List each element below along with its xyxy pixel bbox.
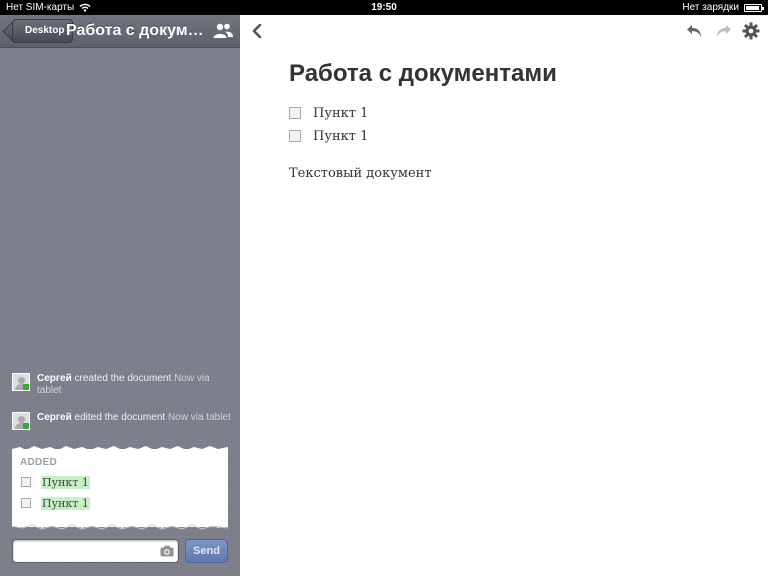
change-card: ADDED Пункт 1 Пункт 1 <box>12 446 228 530</box>
desktop-back-button[interactable]: Desktop <box>12 19 74 43</box>
document-body-text[interactable]: Текстовый документ <box>289 166 432 181</box>
checklist-item: Пункт 1 <box>289 129 368 144</box>
undo-icon[interactable] <box>686 23 704 39</box>
checklist-item-label[interactable]: Пункт 1 <box>313 106 368 121</box>
checkbox[interactable] <box>289 107 301 119</box>
document-title[interactable]: Работа с документами <box>289 60 557 88</box>
checkbox <box>21 477 31 487</box>
comment-input[interactable] <box>12 539 179 563</box>
chevron-left-icon[interactable] <box>250 24 264 38</box>
status-bar: Нет SIM-карты 19:50 Нет зарядки <box>0 0 768 15</box>
activity-item: Сергей edited the document Now via table… <box>12 412 232 430</box>
avatar <box>12 373 30 391</box>
redo-icon[interactable] <box>714 23 732 39</box>
added-item-label: Пункт 1 <box>41 496 90 510</box>
camera-icon[interactable] <box>160 545 174 557</box>
checklist-item-label[interactable]: Пункт 1 <box>313 129 368 144</box>
added-item: Пункт 1 <box>21 475 90 489</box>
activity-meta: Now via tablet <box>167 412 231 423</box>
activity-sidebar: Desktop Работа с докуме… Сергей created … <box>0 15 240 576</box>
added-item: Пункт 1 <box>21 496 90 510</box>
sidebar-header: Desktop Работа с докуме… <box>0 15 240 48</box>
activity-item: Сергей created the document Now via tabl… <box>12 373 232 397</box>
torn-edge <box>12 446 228 453</box>
people-icon[interactable] <box>212 22 234 40</box>
activity-user: Сергей <box>37 373 72 384</box>
send-button[interactable]: Send <box>185 539 228 563</box>
clock: 19:50 <box>371 2 397 13</box>
gear-icon[interactable] <box>742 22 760 40</box>
document-pane: Работа с документами Пункт 1 Пункт 1 Тек… <box>240 15 768 576</box>
torn-edge <box>12 520 228 530</box>
sidebar-title: Работа с докуме… <box>66 22 206 39</box>
activity-action: created the document <box>74 373 172 384</box>
added-heading: ADDED <box>20 457 58 468</box>
comment-field[interactable] <box>17 543 159 561</box>
checklist-item: Пункт 1 <box>289 106 368 121</box>
battery-label: Нет зарядки <box>682 2 739 13</box>
checkbox[interactable] <box>289 130 301 142</box>
added-item-label: Пункт 1 <box>41 475 90 489</box>
avatar <box>12 412 30 430</box>
activity-user: Сергей <box>37 412 72 423</box>
battery-icon <box>744 3 764 12</box>
activity-action: edited the document <box>74 412 166 423</box>
checkbox <box>21 498 31 508</box>
